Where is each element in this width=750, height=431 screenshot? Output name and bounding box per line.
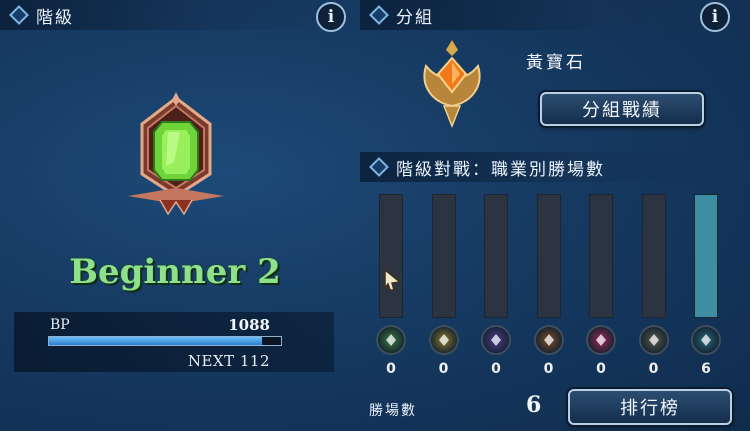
group-header-label: 分組	[396, 7, 434, 28]
class-win-bar	[694, 194, 718, 318]
rank-header: 階級	[0, 0, 350, 30]
class-wins-chart: 0 0 0 0 0 0 6	[376, 194, 736, 384]
class-win-bar	[379, 194, 403, 318]
class-win-bar	[431, 194, 456, 318]
class-win-bar	[641, 194, 666, 318]
class-win-count: 0	[596, 361, 606, 377]
wins-value: 6	[526, 392, 542, 418]
leaderboard-button[interactable]: 排行榜	[568, 389, 732, 425]
leaf-icon[interactable]	[376, 325, 406, 355]
next-label: NEXT 112	[187, 352, 270, 370]
class-win-bar	[484, 194, 508, 318]
diamond-bullet-icon	[369, 5, 389, 25]
topaz-group-emblem-icon	[423, 40, 481, 128]
rank-emblem-icon	[128, 92, 224, 216]
class-wins-header: 階級對戰：職業別勝場數	[360, 152, 750, 182]
diamond-bullet-icon	[369, 157, 389, 177]
class-win-count: 6	[701, 361, 711, 377]
class-wins-header-label: 階級對戰：職業別勝場數	[396, 159, 605, 180]
group-record-button[interactable]: 分組戰績	[540, 92, 704, 126]
rank-name: Beginner 2	[69, 252, 281, 292]
bp-label: BP	[50, 317, 70, 333]
class-win-bar	[589, 194, 613, 318]
class-win-count: 0	[386, 361, 396, 377]
group-name: 黃寶石	[526, 53, 586, 73]
class-win-count: 0	[438, 361, 449, 377]
bp-progress-track	[48, 336, 282, 346]
bp-value: 1088	[228, 316, 270, 334]
group-header: 分組	[360, 0, 750, 30]
spirit-icon[interactable]	[691, 325, 721, 355]
crown-icon[interactable]	[428, 325, 459, 355]
demon-icon[interactable]	[586, 325, 616, 355]
class-win-count: 0	[491, 361, 501, 377]
bp-progress-fill	[49, 337, 263, 345]
class-win-count: 0	[648, 361, 659, 377]
diamond-bullet-icon	[9, 5, 29, 25]
group-info-button[interactable]: i	[700, 2, 730, 32]
pointer-cursor-icon	[384, 268, 402, 291]
magic-circle-icon[interactable]	[481, 325, 511, 355]
class-win-bar-fill	[695, 195, 717, 317]
claw-icon[interactable]	[638, 325, 669, 355]
beast-icon[interactable]	[533, 325, 564, 355]
rank-info-button[interactable]: i	[316, 2, 346, 32]
rank-header-label: 階級	[36, 7, 74, 28]
class-win-count: 0	[543, 361, 554, 377]
wins-label: 勝場數	[369, 403, 417, 419]
class-win-bar	[536, 194, 561, 318]
bp-panel: BP 1088 NEXT 112	[14, 312, 334, 372]
